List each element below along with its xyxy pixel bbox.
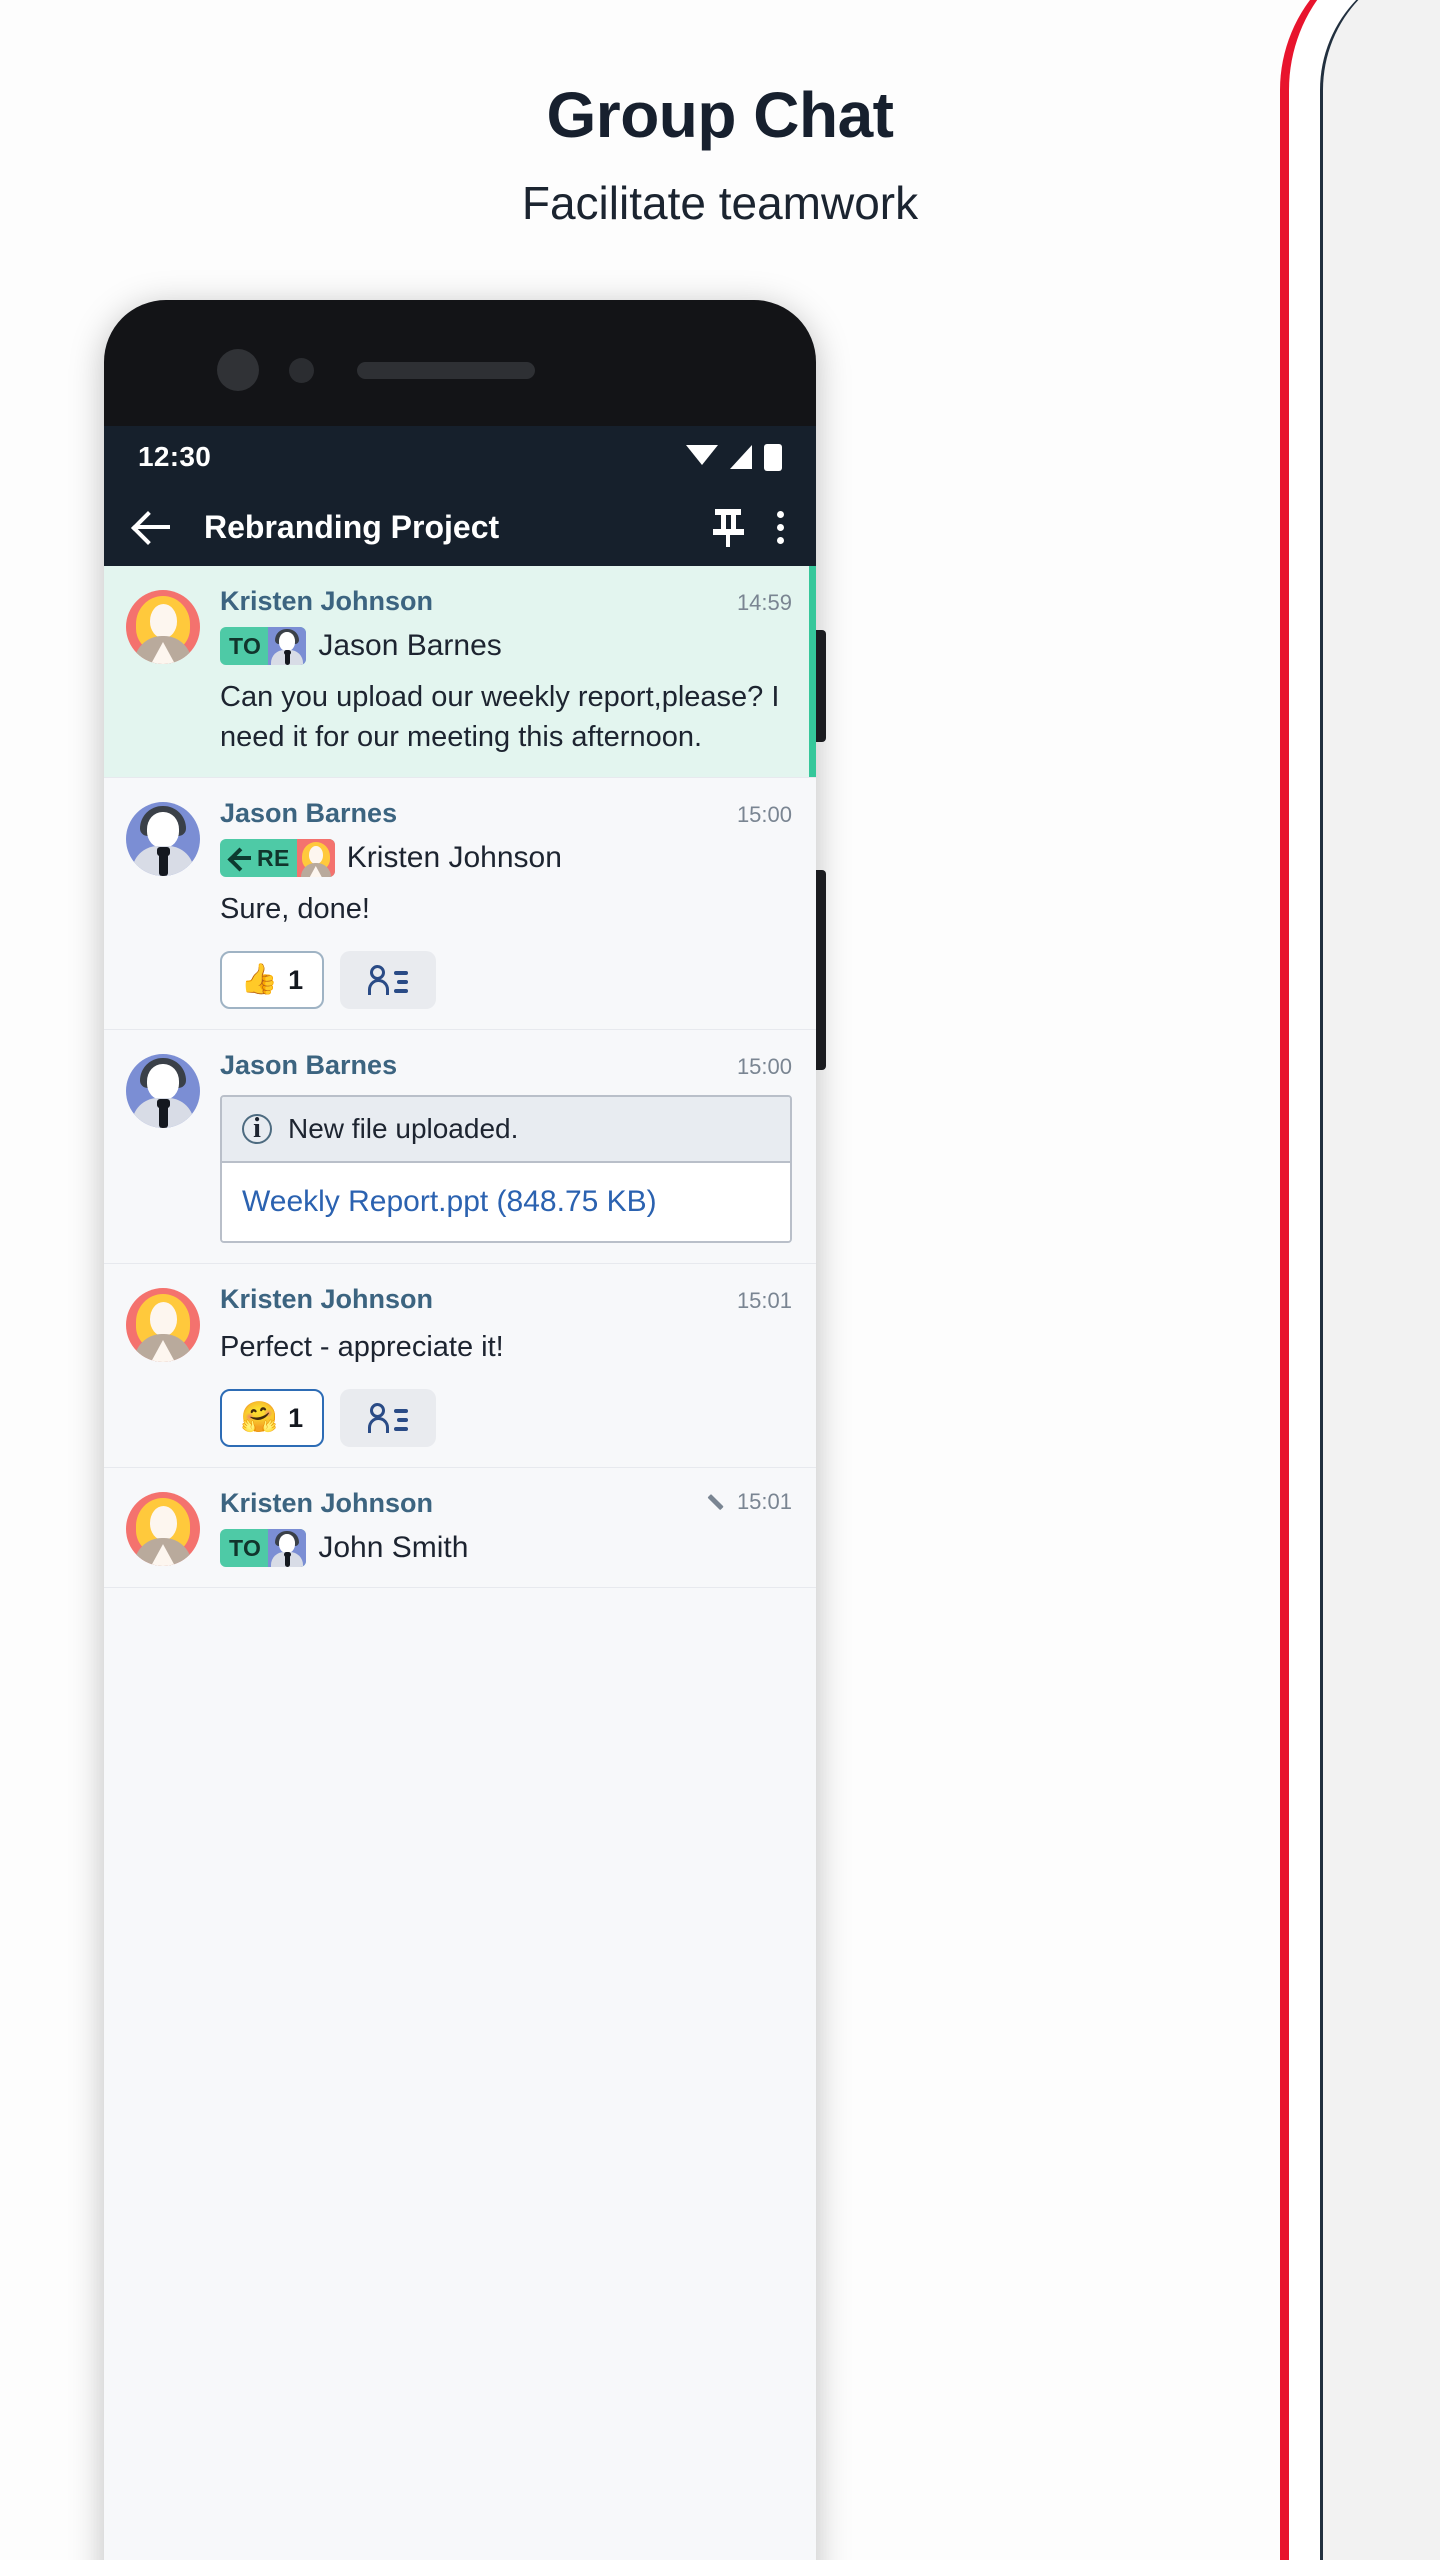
- sensor-icon: [289, 358, 314, 383]
- message-author: Jason Barnes: [220, 1050, 398, 1081]
- avatar: [126, 590, 200, 664]
- message-author: Jason Barnes: [220, 798, 398, 829]
- overflow-menu-icon[interactable]: [777, 510, 784, 544]
- avatar: [126, 1492, 200, 1567]
- chat-title: Rebranding Project: [204, 508, 500, 545]
- recipient-row: RE Kristen Johnson: [220, 839, 792, 878]
- pin-icon[interactable]: [713, 507, 744, 547]
- table-row[interactable]: Kristen Johnson 14:59 TO Jason Barnes Ca…: [104, 566, 816, 779]
- message-timestamp: 15:01: [709, 1489, 792, 1515]
- people-list-icon: [368, 965, 408, 996]
- reaction-count: 1: [288, 964, 304, 995]
- app-bar-actions: [713, 507, 790, 547]
- recipient-avatar-icon: [296, 839, 335, 878]
- table-row[interactable]: Kristen Johnson 15:01 Perfect - apprecia…: [104, 1264, 816, 1469]
- recipient-name: Jason Barnes: [318, 629, 502, 662]
- table-row[interactable]: Jason Barnes 15:00 i New file uploaded. …: [104, 1030, 816, 1265]
- reaction-count: 1: [288, 1402, 304, 1433]
- message-timestamp: 14:59: [736, 590, 792, 615]
- message-header: Kristen Johnson 15:01: [220, 1488, 792, 1519]
- re-badge: RE: [220, 839, 335, 878]
- page-title: Group Chat: [546, 79, 894, 151]
- message-timestamp: 15:00: [736, 1054, 792, 1080]
- wifi-icon: [686, 445, 718, 465]
- info-icon: i: [242, 1113, 272, 1145]
- reply-arrow-icon: [229, 845, 255, 871]
- people-list-icon: [368, 1403, 408, 1434]
- timestamp-text: 15:01: [736, 1489, 792, 1515]
- message-body: Kristen Johnson 14:59 TO Jason Barnes Ca…: [200, 586, 792, 757]
- message-text: Can you upload our weekly report,please?…: [220, 681, 780, 754]
- reaction-members-button[interactable]: [340, 1389, 436, 1448]
- recipient-avatar-icon: [268, 627, 307, 665]
- hero-section: Group Chat Facilitate teamwork: [0, 0, 1440, 230]
- message-header: Jason Barnes 15:00: [220, 798, 792, 829]
- message-text: Perfect - appreciate it!: [220, 1331, 504, 1364]
- reaction-bar: 👍 1: [220, 951, 792, 1010]
- avatar: [126, 802, 200, 877]
- to-badge: TO: [220, 1529, 307, 1568]
- hugging-face-icon: 🤗: [240, 1401, 279, 1435]
- speaker-grille: [357, 362, 535, 379]
- file-link[interactable]: Weekly Report.ppt (848.75 KB): [242, 1185, 657, 1218]
- message-text: Sure, done!: [220, 893, 370, 926]
- message-author: Kristen Johnson: [220, 586, 434, 616]
- reaction-chip-hug[interactable]: 🤗 1: [220, 1389, 324, 1448]
- file-upload-card[interactable]: i New file uploaded. Weekly Report.ppt (…: [220, 1095, 792, 1244]
- phone-mockup: 12:30 Rebranding Project Kristen Johnson…: [104, 300, 826, 2560]
- recipient-name: Kristen Johnson: [346, 841, 562, 875]
- message-author: Kristen Johnson: [220, 1488, 434, 1519]
- badge-label: TO: [229, 1534, 262, 1561]
- battery-icon: [764, 443, 782, 471]
- table-row[interactable]: Jason Barnes 15:00 RE Kristen Johnson Su…: [104, 778, 816, 1031]
- file-card-body: Weekly Report.ppt (848.75 KB): [222, 1163, 790, 1242]
- status-bar: 12:30: [104, 426, 816, 488]
- status-time: 12:30: [138, 441, 212, 472]
- reaction-members-button[interactable]: [340, 951, 436, 1010]
- signal-icon: [730, 445, 752, 469]
- avatar: [126, 1054, 200, 1129]
- file-notice: i New file uploaded.: [222, 1097, 790, 1164]
- thumbs-up-icon: 👍: [240, 963, 279, 997]
- badge-label: TO: [229, 632, 262, 659]
- message-list[interactable]: Kristen Johnson 14:59 TO Jason Barnes Ca…: [104, 566, 816, 1589]
- message-body: Kristen Johnson 15:01 TO John Smith: [200, 1488, 792, 1568]
- to-badge: TO: [220, 627, 307, 665]
- reaction-chip-thumbsup[interactable]: 👍 1: [220, 951, 324, 1010]
- recipient-name: John Smith: [318, 1531, 469, 1565]
- table-row[interactable]: Kristen Johnson 15:01 TO John Smith: [104, 1468, 816, 1589]
- message-header: Kristen Johnson 15:01: [220, 1284, 792, 1315]
- message-timestamp: 15:01: [736, 1288, 792, 1314]
- recipient-row: TO John Smith: [220, 1529, 792, 1568]
- recipient-avatar-icon: [268, 1529, 307, 1568]
- status-icons: [686, 443, 782, 471]
- file-notice-text: New file uploaded.: [288, 1113, 519, 1145]
- message-timestamp: 15:00: [736, 802, 792, 828]
- message-body: Jason Barnes 15:00 RE Kristen Johnson Su…: [200, 798, 792, 1010]
- badge-label: RE: [257, 844, 290, 871]
- message-body: Jason Barnes 15:00 i New file uploaded. …: [200, 1050, 792, 1244]
- app-bar: Rebranding Project: [104, 488, 816, 566]
- promo-screenshot: Group Chat Facilitate teamwork 12:30 Reb…: [0, 0, 1440, 2560]
- message-header: Kristen Johnson 14:59: [220, 586, 792, 617]
- camera-icon: [217, 349, 259, 391]
- pencil-icon: [709, 1492, 729, 1512]
- reaction-bar: 🤗 1: [220, 1389, 792, 1448]
- back-arrow-icon[interactable]: [130, 504, 176, 550]
- page-subtitle: Facilitate teamwork: [521, 177, 919, 229]
- message-author: Kristen Johnson: [220, 1284, 434, 1315]
- message-header: Jason Barnes 15:00: [220, 1050, 792, 1081]
- avatar: [126, 1288, 200, 1363]
- decorative-edge-inner: [1320, 0, 1440, 2560]
- phone-screen: 12:30 Rebranding Project Kristen Johnson…: [104, 426, 816, 2560]
- message-body: Kristen Johnson 15:01 Perfect - apprecia…: [200, 1284, 792, 1448]
- recipient-row: TO Jason Barnes: [220, 627, 792, 665]
